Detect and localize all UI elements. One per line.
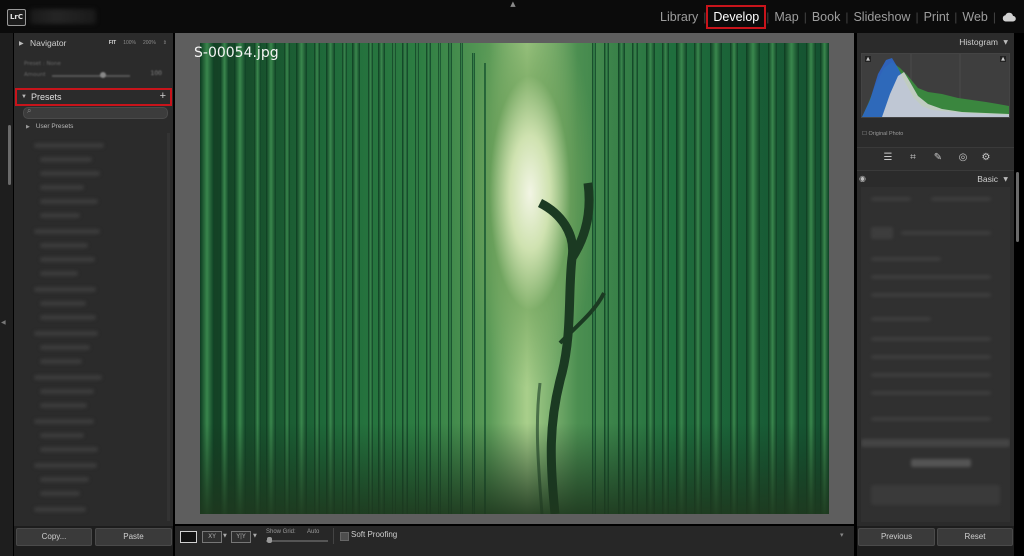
module-book[interactable]: Book xyxy=(807,10,846,24)
collapse-triangle-icon: ▼ xyxy=(1003,176,1008,183)
preset-list-scrollbar[interactable] xyxy=(167,133,170,521)
soft-proofing-checkbox[interactable] xyxy=(340,532,349,541)
user-presets-folder[interactable]: ▶ User Presets xyxy=(26,123,73,130)
edit-sliders-icon[interactable]: ☰ xyxy=(882,152,894,164)
amount-value: 100 xyxy=(150,70,162,77)
preset-list[interactable] xyxy=(26,137,166,517)
cloud-icon[interactable] xyxy=(1000,0,1018,33)
before-after-icon[interactable]: XY xyxy=(202,531,222,543)
preset-search-input[interactable]: ⌕ xyxy=(23,106,168,119)
module-separator: | xyxy=(992,9,996,24)
zoom-fit[interactable]: FIT xyxy=(109,40,117,46)
expand-triangle-icon: ▶ xyxy=(26,124,30,130)
module-library[interactable]: Library xyxy=(655,10,703,24)
histogram-title: Histogram xyxy=(959,37,998,47)
collapse-top-panel-icon[interactable]: ▲ xyxy=(508,0,518,8)
grid-mode-select[interactable]: Auto xyxy=(307,529,319,535)
histogram[interactable]: ▲ ▲ xyxy=(861,53,1010,118)
basic-title: Basic xyxy=(977,174,998,184)
before-after-split-icon[interactable]: Y|Y xyxy=(231,531,251,543)
masking-icon[interactable]: ⚙ xyxy=(980,152,992,164)
soft-proofing-label[interactable]: Soft Proofing xyxy=(351,530,397,539)
chevron-down-icon[interactable]: ▼ xyxy=(253,533,257,539)
paste-button[interactable]: Paste xyxy=(95,528,172,546)
collapse-triangle-icon: ▼ xyxy=(1003,39,1008,46)
module-map[interactable]: Map xyxy=(769,10,803,24)
left-panel-edge[interactable]: ◀ xyxy=(0,33,13,556)
show-grid-label: Show Grid: xyxy=(266,529,296,535)
toolbar-divider xyxy=(333,528,334,544)
grid-slider-knob[interactable] xyxy=(267,537,272,543)
top-bar: LrC ▲ Library | Develop | Map | Book | S… xyxy=(0,0,1024,33)
left-panel: ▶ Navigator FIT 100% 200% ⇕ Preset : Non… xyxy=(14,33,173,556)
navigator-header[interactable]: ▶ Navigator FIT 100% 200% ⇕ xyxy=(14,35,173,52)
left-edge-scrollbar[interactable] xyxy=(8,125,11,185)
identity-plate[interactable] xyxy=(30,9,96,24)
preset-name-label: Preset : None xyxy=(24,61,61,67)
bamboo-photo xyxy=(200,43,829,514)
amount-label: Amount xyxy=(24,72,46,78)
loupe-view-icon[interactable] xyxy=(180,531,197,543)
histogram-header[interactable]: Histogram ▼ xyxy=(857,35,1014,49)
highlight-clipping-icon[interactable]: ▲ xyxy=(1000,56,1006,62)
collapse-left-panel-icon[interactable]: ◀ xyxy=(1,319,6,326)
grid-slider-track[interactable] xyxy=(266,540,328,542)
basic-header[interactable]: Basic ▼ xyxy=(857,172,1014,185)
crop-icon[interactable]: ⌗ xyxy=(907,152,919,164)
app-logo: LrC xyxy=(7,9,26,26)
copy-button[interactable]: Copy... xyxy=(16,528,92,546)
original-photo-label: ☐ Original Photo xyxy=(862,131,904,137)
navigator-title: Navigator xyxy=(30,38,67,48)
heal-icon[interactable]: ✎ xyxy=(932,152,944,164)
module-develop[interactable]: Develop xyxy=(706,4,767,29)
presets-title: Presets xyxy=(31,92,62,102)
photo-preview[interactable] xyxy=(200,43,829,514)
collapse-triangle-icon: ▼ xyxy=(21,94,27,100)
previous-button[interactable]: Previous xyxy=(858,528,935,546)
expand-triangle-icon: ▶ xyxy=(19,41,24,47)
zoom-100[interactable]: 100% xyxy=(123,40,136,46)
amount-track[interactable] xyxy=(52,75,130,77)
presets-header[interactable]: ▼ Presets + xyxy=(15,88,172,106)
module-picker: Library | Develop | Map | Book | Slidesh… xyxy=(655,0,1024,33)
reset-button[interactable]: Reset xyxy=(937,528,1013,546)
zoom-more-icon[interactable]: ⇕ xyxy=(163,40,167,46)
shadow-clipping-icon[interactable]: ▲ xyxy=(865,56,871,62)
histogram-graph xyxy=(862,54,1009,117)
preset-amount-slider[interactable]: Preset : None Amount 100 xyxy=(22,61,170,83)
chevron-down-icon[interactable]: ▼ xyxy=(223,533,227,539)
toolbar-options-icon[interactable]: ▾ xyxy=(840,531,844,539)
right-panel-scrollbar[interactable] xyxy=(1016,172,1019,242)
photo-filename: S-00054.jpg xyxy=(194,45,279,61)
add-icon[interactable]: + xyxy=(160,90,166,102)
zoom-200[interactable]: 200% xyxy=(143,40,156,46)
search-icon: ⌕ xyxy=(27,106,32,115)
basic-adjustments[interactable] xyxy=(861,187,1010,522)
amount-knob[interactable] xyxy=(100,72,106,78)
module-slideshow[interactable]: Slideshow xyxy=(848,10,915,24)
user-presets-label: User Presets xyxy=(35,123,74,130)
redeye-icon[interactable]: ◎ xyxy=(957,152,969,164)
module-print[interactable]: Print xyxy=(919,10,955,24)
zoom-options: FIT 100% 200% ⇕ xyxy=(109,40,167,46)
module-web[interactable]: Web xyxy=(957,10,992,24)
